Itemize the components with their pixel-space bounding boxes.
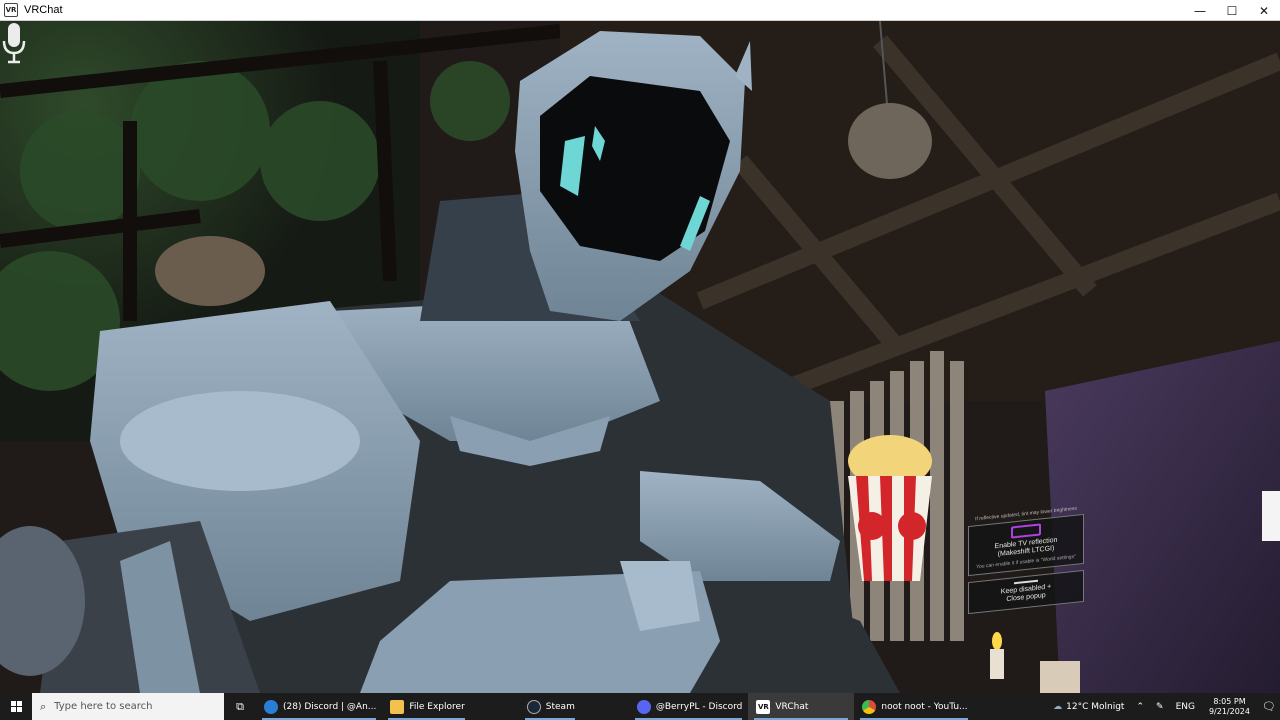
task-view-button[interactable]: ⧉ — [224, 693, 256, 720]
chevron-up-icon: ⌃ — [1136, 701, 1145, 712]
notification-icon: 🗨 — [1262, 700, 1276, 713]
notification-button[interactable]: 🗨 — [1258, 693, 1280, 720]
window-titlebar: VR VRChat — ☐ ✕ — [0, 0, 1280, 21]
game-viewport[interactable]: If reflective updated, tint may lower br… — [0, 21, 1280, 693]
weather-widget[interactable]: ☁ 12°C Molnigt — [1047, 702, 1130, 712]
edge-icon — [264, 699, 278, 714]
vrchat-icon: VR — [756, 699, 771, 714]
cloud-icon: ☁ — [1053, 701, 1063, 712]
taskbar-item-file-explorer[interactable]: File Explorer — [382, 693, 470, 720]
taskbar-clock[interactable]: 8:05 PM 9/21/2024 — [1201, 697, 1258, 716]
folder-icon — [390, 699, 405, 714]
discord-icon — [636, 699, 651, 714]
pen-button[interactable]: ✎ — [1150, 702, 1170, 712]
system-tray: ☁ 12°C Molnigt ⌃ ✎ ENG 8:05 PM 9/21/2024… — [1047, 693, 1280, 720]
taskbar-item-label: Steam — [545, 701, 575, 712]
task-view-icon: ⧉ — [236, 699, 244, 713]
taskbar-item-steam[interactable]: Steam — [519, 693, 581, 720]
taskbar-item-label: File Explorer — [409, 701, 465, 712]
language-indicator[interactable]: ENG — [1170, 702, 1201, 712]
enable-reflection-option[interactable]: Enable TV reflection (Makeshift LTCGI) Y… — [968, 513, 1084, 576]
taskbar-item-label: VRChat — [775, 701, 809, 712]
taskbar-item-label: noot noot - YouTu... — [881, 701, 968, 712]
vrchat-app-icon: VR — [4, 3, 18, 17]
taskbar-item-vrchat[interactable]: VR VRChat — [748, 693, 855, 720]
taskbar-item-chrome[interactable]: noot noot - YouTu... — [854, 693, 973, 720]
taskbar-item-label: (28) Discord | @An... — [283, 701, 377, 712]
taskbar-item-edge[interactable]: (28) Discord | @An... — [256, 693, 382, 720]
taskbar-search-box[interactable]: ⌕ Type here to search — [32, 693, 224, 720]
start-button[interactable] — [0, 693, 32, 720]
chrome-icon — [862, 699, 877, 714]
pen-icon: ✎ — [1156, 701, 1164, 712]
windows-logo-icon — [10, 701, 22, 712]
microphone-icon — [2, 23, 26, 64]
taskbar-item-discord[interactable]: @BerryPL - Discord — [629, 693, 749, 720]
window-controls: — ☐ ✕ — [1184, 0, 1280, 21]
clock-time: 8:05 PM — [1213, 696, 1246, 706]
steam-icon — [526, 699, 541, 714]
maximize-button[interactable]: ☐ — [1216, 0, 1248, 21]
scene-render — [0, 21, 1280, 693]
clock-date: 9/21/2024 — [1208, 706, 1250, 716]
taskbar-item-label: @BerryPL - Discord — [655, 701, 743, 712]
close-button[interactable]: ✕ — [1248, 0, 1280, 21]
weather-text: 12°C Molnigt — [1066, 701, 1125, 712]
tray-overflow-button[interactable]: ⌃ — [1130, 702, 1150, 712]
window-title: VRChat — [24, 4, 63, 16]
tv-reflection-sign: If reflective updated, tint may lower br… — [968, 505, 1084, 635]
purple-swatch-icon — [1011, 523, 1041, 539]
minimize-button[interactable]: — — [1184, 0, 1216, 21]
search-icon: ⌕ — [40, 699, 47, 713]
divider-bar — [1014, 579, 1038, 585]
search-placeholder: Type here to search — [54, 701, 153, 712]
keep-disabled-option[interactable]: Keep disabled + Close popup — [968, 569, 1084, 614]
windows-taskbar: ⌕ Type here to search ⧉ (28) Discord | @… — [0, 693, 1280, 720]
